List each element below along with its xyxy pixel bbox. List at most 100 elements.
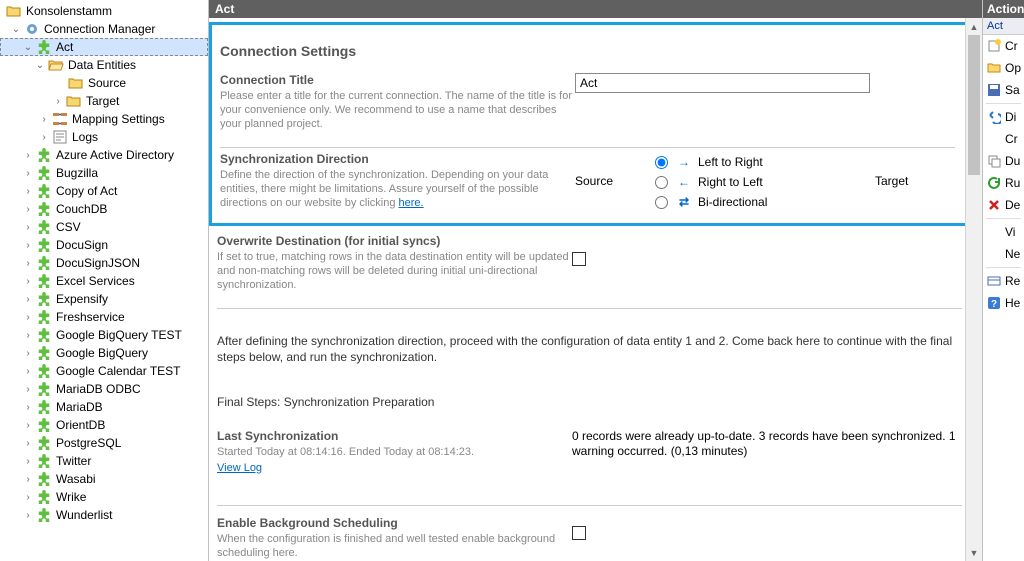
tree-item[interactable]: › Freshservice — [0, 308, 208, 326]
tree-label: Source — [86, 76, 126, 90]
tree-data-entities[interactable]: ⌄ Data Entities — [0, 56, 208, 74]
action-view[interactable]: Vi — [983, 221, 1024, 243]
expand-icon[interactable]: › — [22, 474, 34, 485]
tree-item[interactable]: ›CSV — [0, 218, 208, 236]
tree-item[interactable]: ›MariaDB ODBC — [0, 380, 208, 398]
tree-root[interactable]: Konsolenstamm — [0, 2, 208, 20]
action-create[interactable]: Cr — [983, 35, 1024, 57]
tree-item[interactable]: ›DocuSignJSON — [0, 254, 208, 272]
action-duplicate[interactable]: Du — [983, 150, 1024, 172]
action-save[interactable]: Sa — [983, 79, 1024, 101]
tree-item[interactable]: ›Google BigQuery — [0, 344, 208, 362]
tree-item[interactable]: › CouchDB — [0, 200, 208, 218]
expand-icon[interactable]: › — [22, 258, 34, 269]
expand-icon[interactable]: › — [22, 330, 34, 341]
expand-icon[interactable]: › — [22, 348, 34, 359]
tree-logs[interactable]: › Logs — [0, 128, 208, 146]
radio-input[interactable] — [655, 196, 668, 209]
expand-icon[interactable]: › — [22, 186, 34, 197]
action-help[interactable]: ?He — [983, 292, 1024, 314]
tree-item[interactable]: ›DocuSign — [0, 236, 208, 254]
source-label: Source — [575, 152, 655, 188]
expand-icon[interactable]: › — [22, 168, 34, 179]
tree-item[interactable]: ›Expensify — [0, 290, 208, 308]
view-log-link[interactable]: View Log — [217, 462, 262, 474]
action-create2[interactable]: Cr — [983, 128, 1024, 150]
tree-item[interactable]: ›PostgreSQL — [0, 434, 208, 452]
section-title: Connection Settings — [220, 43, 955, 59]
action-open[interactable]: Op — [983, 57, 1024, 79]
expand-icon[interactable]: › — [22, 420, 34, 431]
tree-item[interactable]: ›OrientDB — [0, 416, 208, 434]
tree-item[interactable]: ›Bugzilla — [0, 164, 208, 182]
expand-icon[interactable]: ⌄ — [22, 42, 34, 53]
tree-item[interactable]: ›MariaDB — [0, 398, 208, 416]
expand-icon[interactable]: › — [22, 312, 34, 323]
scroll-thumb[interactable] — [968, 35, 980, 175]
tree-target[interactable]: › Target — [0, 92, 208, 110]
expand-icon[interactable]: › — [22, 222, 34, 233]
tree-item[interactable]: ›Azure Active Directory — [0, 146, 208, 164]
action-new[interactable]: Ne — [983, 243, 1024, 265]
expand-icon[interactable]: › — [22, 456, 34, 467]
expand-icon[interactable]: › — [22, 492, 34, 503]
tree-item[interactable]: › Wunderlist — [0, 506, 208, 524]
connection-title-input[interactable] — [575, 73, 870, 93]
list-icon — [986, 273, 1002, 289]
save-icon — [986, 82, 1002, 98]
puzzle-icon — [36, 327, 52, 343]
radio-input[interactable] — [655, 156, 668, 169]
bg-scheduling-checkbox[interactable] — [572, 526, 586, 540]
tree-connection-manager[interactable]: ⌄ Connection Manager — [0, 20, 208, 38]
tree-pane: Konsolenstamm ⌄ Connection Manager ⌄ Act… — [0, 0, 209, 561]
expand-icon[interactable]: › — [38, 132, 50, 143]
tree-item[interactable]: ›Copy of Act — [0, 182, 208, 200]
puzzle-icon — [36, 237, 52, 253]
tree-label: CouchDB — [54, 202, 107, 216]
action-disconnect[interactable]: Di — [983, 106, 1024, 128]
expand-icon[interactable]: › — [22, 384, 34, 395]
tree-item-act[interactable]: ⌄ Act — [0, 38, 208, 56]
field-label: Synchronization Direction — [220, 152, 575, 166]
expand-icon[interactable]: › — [22, 438, 34, 449]
radio-bidirectional[interactable]: ⇄ Bi-directional — [655, 192, 875, 212]
tree-label: Google BigQuery TEST — [54, 328, 182, 342]
expand-icon[interactable]: ⌄ — [10, 24, 22, 35]
expand-icon[interactable]: ⌄ — [34, 60, 46, 71]
expand-icon[interactable]: › — [22, 510, 34, 521]
expand-icon[interactable]: › — [22, 366, 34, 377]
scroll-up-button[interactable]: ▲ — [966, 18, 982, 35]
tree-label: Logs — [70, 130, 98, 144]
action-delete[interactable]: De — [983, 194, 1024, 216]
radio-right-to-left[interactable]: ← Right to Left — [655, 172, 875, 192]
content-header: Act — [209, 0, 982, 18]
tree-item[interactable]: ›Wrike — [0, 488, 208, 506]
expand-icon[interactable]: › — [22, 294, 34, 305]
expand-icon[interactable]: › — [22, 204, 34, 215]
sync-result: 0 records were already up-to-date. 3 rec… — [572, 429, 962, 459]
tree-label: Wunderlist — [54, 508, 112, 522]
action-refresh[interactable]: Re — [983, 270, 1024, 292]
expand-icon[interactable]: › — [22, 276, 34, 287]
action-run[interactable]: Ru — [983, 172, 1024, 194]
expand-icon[interactable]: › — [22, 240, 34, 251]
tree-mapping-settings[interactable]: › Mapping Settings — [0, 110, 208, 128]
field-label: Enable Background Scheduling — [217, 516, 572, 530]
overwrite-checkbox[interactable] — [572, 252, 586, 266]
tree-item[interactable]: › Google BigQuery TEST — [0, 326, 208, 344]
tree-label: Freshservice — [54, 310, 125, 324]
expand-icon[interactable]: › — [52, 96, 64, 107]
tree-source[interactable]: Source — [0, 74, 208, 92]
tree-item[interactable]: ›Google Calendar TEST — [0, 362, 208, 380]
expand-icon[interactable]: › — [38, 114, 50, 125]
tree-item[interactable]: ›Wasabi — [0, 470, 208, 488]
scroll-down-button[interactable]: ▼ — [966, 544, 982, 561]
tree-item[interactable]: ›Excel Services — [0, 272, 208, 290]
radio-input[interactable] — [655, 176, 668, 189]
expand-icon[interactable]: › — [22, 150, 34, 161]
expand-icon[interactable]: › — [22, 402, 34, 413]
tree-item[interactable]: ›Twitter — [0, 452, 208, 470]
vertical-scrollbar[interactable]: ▲ ▼ — [965, 18, 982, 561]
radio-left-to-right[interactable]: → Left to Right — [655, 152, 875, 172]
here-link[interactable]: here. — [399, 197, 424, 209]
